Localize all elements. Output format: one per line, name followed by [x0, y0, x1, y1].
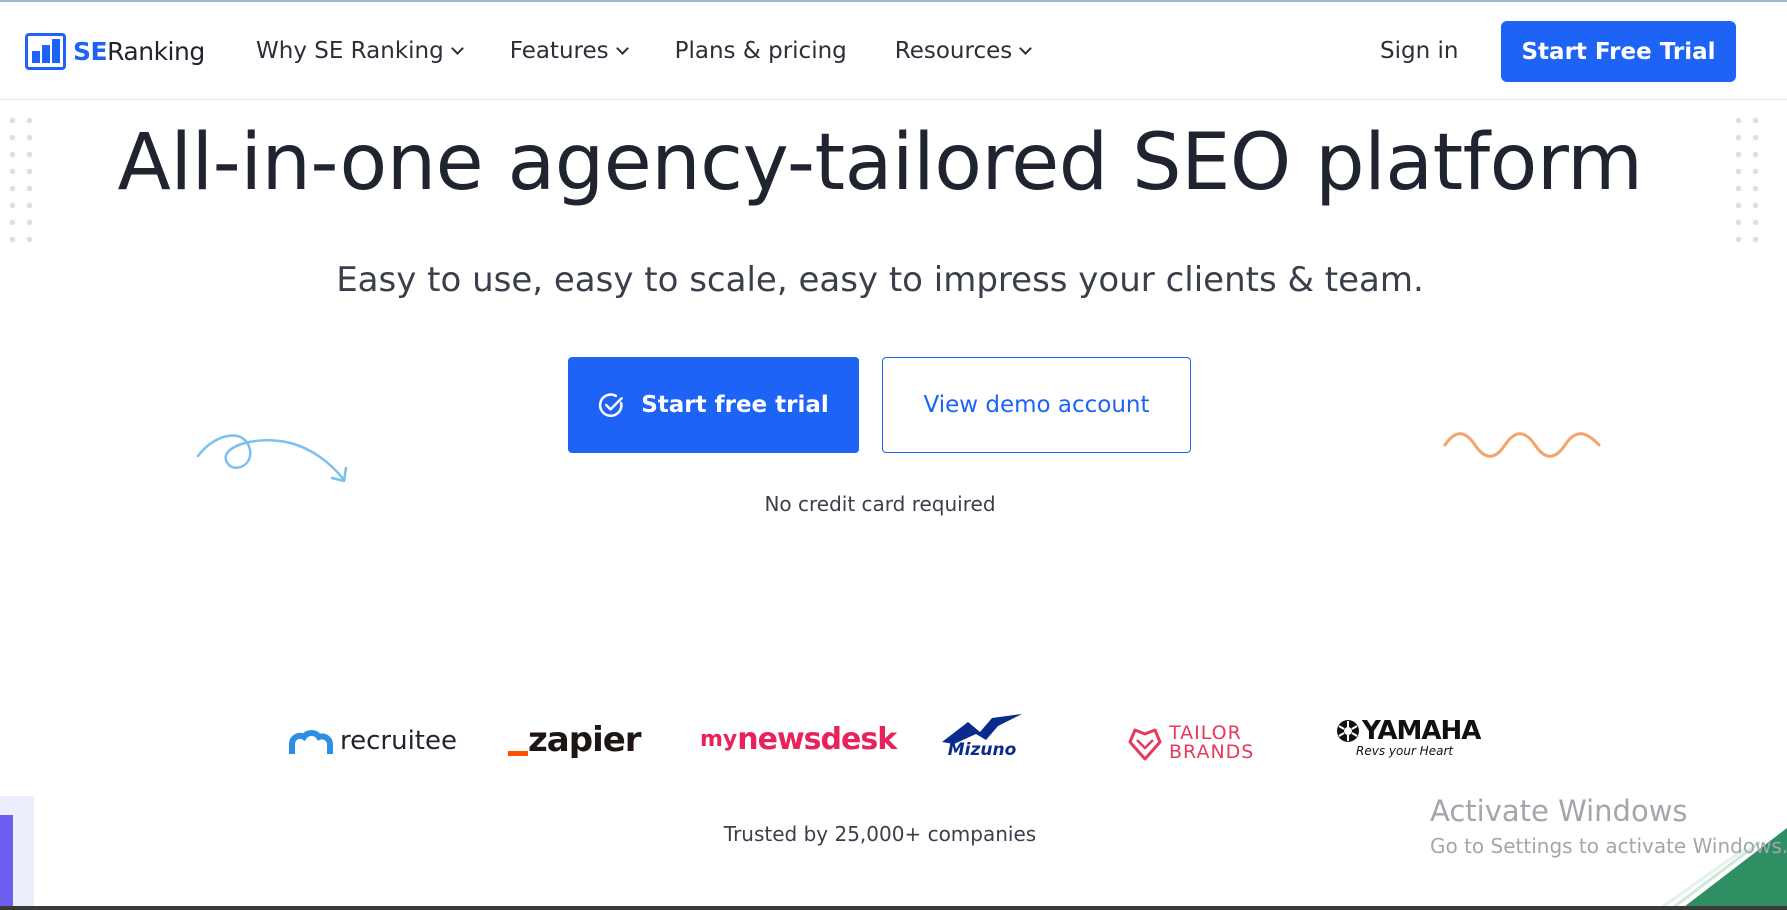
- recruitee-cloud-icon: [288, 729, 333, 754]
- zapier-text: zapier: [528, 720, 642, 760]
- hero-subtitle: Easy to use, easy to scale, easy to impr…: [336, 260, 1424, 300]
- nav-label: Why SE Ranking: [256, 38, 444, 64]
- sign-in-link[interactable]: Sign in: [1380, 38, 1458, 64]
- hero-title: All-in-one agency-tailored SEO platform: [117, 118, 1643, 208]
- bottom-border: [0, 906, 1787, 910]
- nav-why-se-ranking[interactable]: Why SE Ranking: [256, 38, 464, 64]
- mizuno-text: Mizuno: [947, 740, 1017, 760]
- zapier-logo: zapier: [508, 720, 642, 760]
- logo-ranking: Ranking: [107, 36, 205, 66]
- chevron-down-icon: [615, 41, 629, 55]
- yamaha-tuning-fork-icon: [1337, 720, 1359, 742]
- nav-plans-pricing[interactable]: Plans & pricing: [675, 38, 847, 64]
- chevron-down-icon: [1019, 41, 1033, 55]
- logo-chart-icon: [25, 32, 66, 70]
- main-nav: Why SE Ranking Features Plans & pricing …: [256, 38, 1078, 64]
- recruitee-text: recruitee: [340, 726, 457, 756]
- logo-se: SE: [73, 36, 108, 66]
- no-credit-card-note: No credit card required: [764, 492, 996, 516]
- start-free-trial-header-button[interactable]: Start Free Trial: [1501, 21, 1736, 82]
- nav-features[interactable]: Features: [509, 38, 629, 64]
- site-header: SERanking Why SE Ranking Features Plans …: [0, 2, 1787, 100]
- yamaha-text: YAMAHA: [1362, 716, 1481, 746]
- mizuno-logo: Mizuno: [940, 712, 1024, 760]
- nav-label: Features: [509, 38, 609, 64]
- nav-label: Plans & pricing: [674, 38, 847, 64]
- corner-decoration: [1657, 828, 1787, 910]
- curly-arrow-decoration: [196, 434, 348, 483]
- check-circle-icon: [599, 392, 624, 417]
- tailor-brands-logo: TAILOR BRANDS: [1127, 724, 1254, 762]
- chevron-down-icon: [450, 41, 464, 55]
- recruitee-logo: recruitee: [288, 726, 457, 756]
- mynewsdesk-text: newsdesk: [737, 722, 897, 757]
- zapier-underscore: [508, 750, 528, 756]
- activate-windows-subtitle: Go to Settings to activate Windows.: [1430, 834, 1787, 858]
- start-free-trial-button[interactable]: Start free trial: [568, 357, 859, 453]
- view-demo-account-button[interactable]: View demo account: [882, 357, 1191, 453]
- mynewsdesk-logo: my newsdesk: [700, 722, 897, 757]
- left-edge-accent: [0, 815, 13, 910]
- nav-label: Resources: [894, 38, 1013, 64]
- yamaha-logo: YAMAHA Revs your Heart: [1336, 716, 1481, 758]
- tailor-heart-icon: [1128, 728, 1162, 761]
- mynewsdesk-my: my: [700, 727, 738, 752]
- se-ranking-logo[interactable]: SERanking: [25, 32, 205, 70]
- activate-windows-title: Activate Windows: [1430, 794, 1688, 828]
- client-logos: recruitee zapier my newsdesk Mizuno TAILO…: [0, 712, 1787, 776]
- brands-text: BRANDS: [1169, 741, 1255, 763]
- logo-wordmark: SERanking: [73, 37, 205, 66]
- start-free-trial-label: Start free trial: [641, 392, 829, 418]
- nav-resources[interactable]: Resources: [894, 38, 1033, 64]
- wave-decroation: [1443, 432, 1601, 458]
- yamaha-tagline: Revs your Heart: [1356, 744, 1454, 758]
